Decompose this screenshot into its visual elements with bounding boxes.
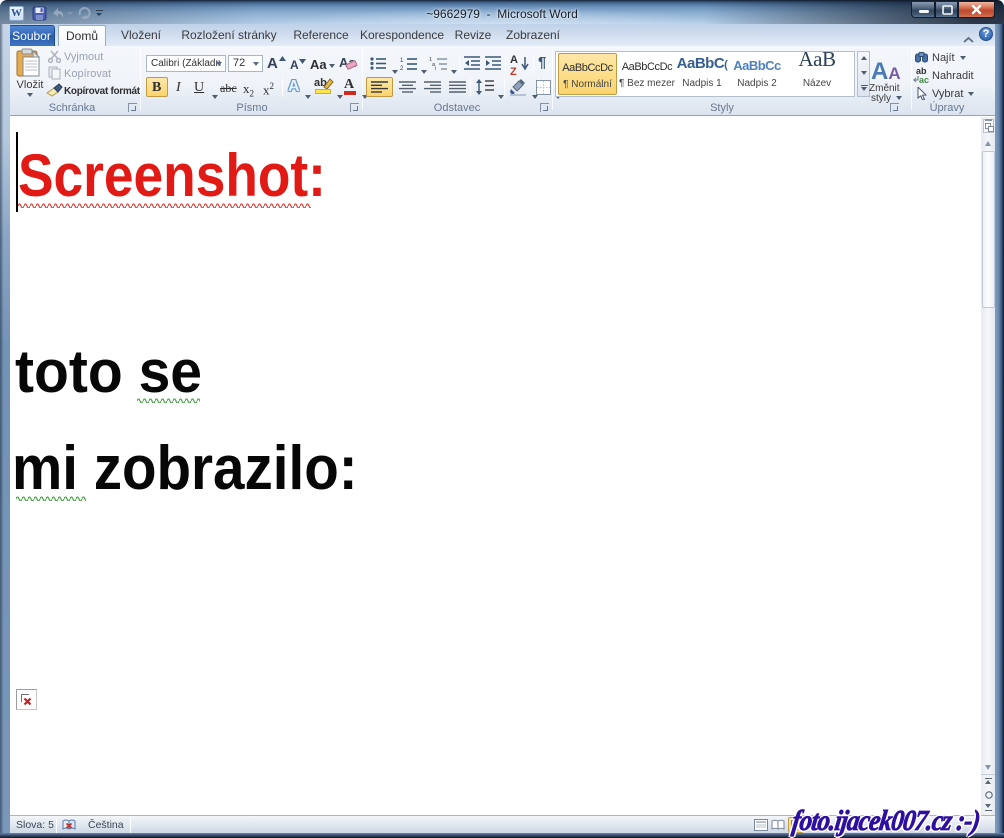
svg-text:i: i xyxy=(435,66,436,70)
svg-text:1: 1 xyxy=(400,58,404,64)
svg-text:2: 2 xyxy=(400,66,404,70)
